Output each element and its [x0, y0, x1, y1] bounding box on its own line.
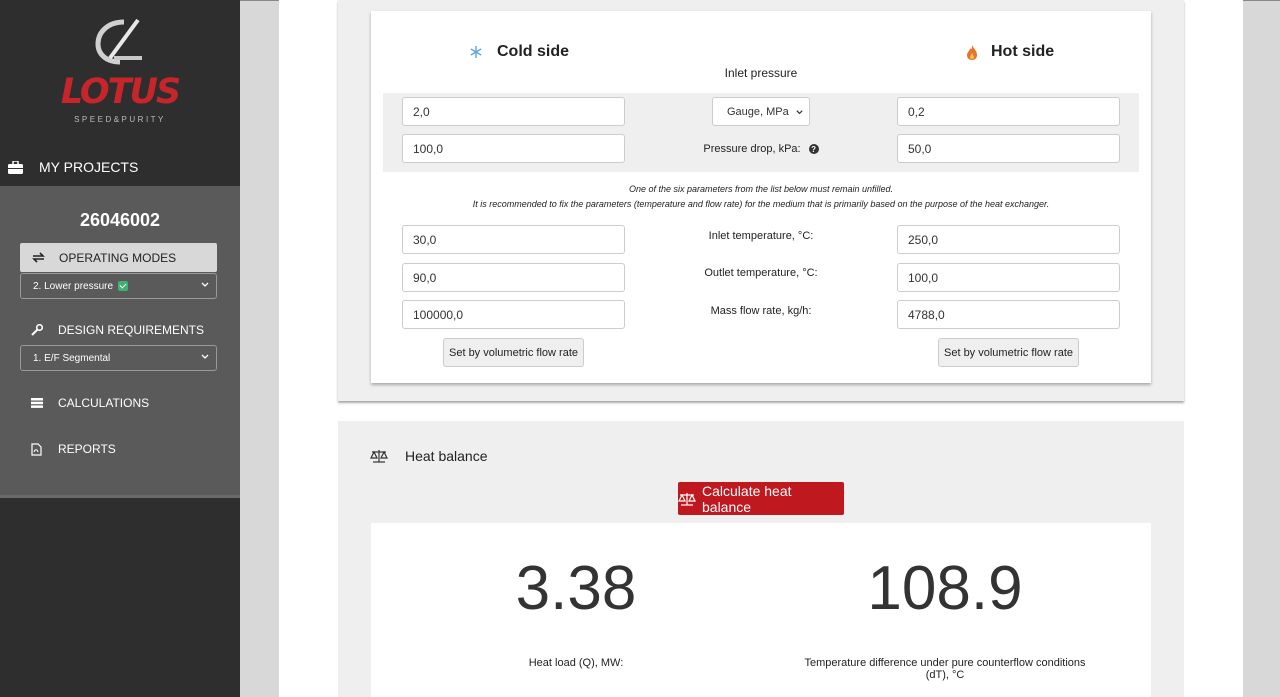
- exchange-icon: [32, 252, 45, 263]
- operating-mode-value: 2. Lower pressure: [33, 280, 114, 292]
- calculate-heat-balance-label: Calculate heat balance: [702, 482, 792, 515]
- fire-icon: [967, 44, 977, 60]
- chevron-down-icon: [796, 110, 803, 115]
- calculator-list-icon: [31, 398, 43, 408]
- lotus-tagline: SPEED&PURITY: [74, 115, 166, 124]
- cold-volumetric-flow-button[interactable]: Set by volumetric flow rate: [443, 338, 584, 367]
- hot-volumetric-flow-button[interactable]: Set by volumetric flow rate: [938, 338, 1079, 367]
- heat-balance-results-card: 3.38 Heat load (Q), MW: 108.9 Temperatur…: [371, 523, 1151, 697]
- design-requirements-link[interactable]: DESIGN REQUIREMENTS: [0, 318, 240, 342]
- calculate-heat-balance-button[interactable]: Calculate heat balance: [678, 482, 844, 515]
- help-icon[interactable]: ?: [808, 144, 819, 155]
- balance-scale-icon: [678, 492, 696, 506]
- check-icon: [118, 281, 129, 291]
- design-requirement-value: 1. E/F Segmental: [33, 352, 111, 364]
- cold-side-title: Cold side: [469, 43, 569, 61]
- pdf-file-icon: [31, 442, 43, 456]
- lotus-logo[interactable]: LOTUS SPEED&PURITY: [0, 0, 240, 140]
- cold-side-label: Cold side: [497, 43, 570, 60]
- pressure-drop-row-label: Pressure drop, kPa:?: [611, 143, 911, 155]
- mass-flow-label: Mass flow rate, kg/h:: [710, 305, 812, 317]
- parameters-card: Cold side Hot side Inlet pressure 2,0 Ga…: [371, 11, 1151, 383]
- hot-pressure-drop-input[interactable]: 50,0: [897, 134, 1120, 163]
- cold-mass-flow-input[interactable]: 100000,0: [402, 300, 625, 329]
- lotus-emblem-icon: [95, 18, 142, 65]
- pressure-unit-select[interactable]: Gauge, MPa: [712, 97, 810, 126]
- pressure-unit-value: Gauge, MPa: [727, 105, 789, 118]
- temperature-difference-value: 108.9: [867, 554, 1023, 623]
- project-code: 26046002: [79, 210, 161, 230]
- outlet-temperature-label: Outlet temperature, °C:: [704, 267, 818, 279]
- hot-side-title: Hot side: [967, 43, 1054, 61]
- hot-inlet-temperature-input[interactable]: 250,0: [897, 225, 1120, 254]
- cold-inlet-temperature-input[interactable]: 30,0: [402, 225, 625, 254]
- reports-link[interactable]: REPORTS: [0, 437, 240, 461]
- hot-outlet-temperature-input[interactable]: 100,0: [897, 263, 1120, 292]
- hot-mass-flow-input[interactable]: 4788,0: [897, 300, 1120, 329]
- cold-outlet-temperature-input[interactable]: 90,0: [402, 263, 625, 292]
- design-requirement-select[interactable]: 1. E/F Segmental: [20, 345, 217, 371]
- chevron-down-icon: [201, 354, 209, 359]
- note-line-1: One of the six parameters from the list …: [628, 184, 894, 194]
- temperature-difference-label: Temperature difference under pure counte…: [804, 657, 1086, 681]
- wrench-icon: [31, 324, 43, 336]
- design-requirements-label: DESIGN REQUIREMENTS: [58, 323, 205, 337]
- project-panel: 26046002 OPERATING MODES 2. Lower pressu…: [0, 186, 240, 498]
- sidebar: LOTUS SPEED&PURITY MY PROJECTS 26046002 …: [0, 0, 240, 697]
- my-projects-label: MY PROJECTS: [39, 159, 139, 175]
- heat-balance-heading: Heat balance: [370, 448, 488, 464]
- my-projects-link[interactable]: MY PROJECTS: [0, 148, 240, 186]
- heat-load-label: Heat load (Q), MW:: [528, 657, 624, 669]
- heat-balance-title: Heat balance: [405, 448, 488, 464]
- cold-inlet-pressure-input[interactable]: 2,0: [402, 97, 625, 126]
- hot-side-label: Hot side: [991, 43, 1055, 60]
- inlet-temperature-label: Inlet temperature, °C:: [708, 230, 814, 242]
- inlet-pressure-label: Inlet pressure: [724, 66, 798, 80]
- balance-scale-icon: [370, 449, 388, 463]
- lotus-wordmark: LOTUS: [60, 72, 181, 112]
- briefcase-icon: [8, 160, 24, 174]
- operating-modes-label: OPERATING MODES: [59, 250, 177, 265]
- operating-modes-button[interactable]: OPERATING MODES: [20, 243, 217, 272]
- reports-label: REPORTS: [58, 442, 116, 456]
- heat-load-value: 3.38: [515, 554, 637, 623]
- heat-balance-section: Heat balance Calculate heat balance 3.38…: [338, 421, 1184, 697]
- snowflake-icon: [469, 45, 483, 59]
- chevron-down-icon: [201, 282, 209, 287]
- cold-pressure-drop-input[interactable]: 100,0: [402, 134, 625, 163]
- note-line-2: It is recommended to fix the parameters …: [472, 199, 1050, 209]
- calculations-link[interactable]: CALCULATIONS: [0, 391, 240, 415]
- calculations-label: CALCULATIONS: [58, 396, 150, 410]
- hot-inlet-pressure-input[interactable]: 0,2: [897, 97, 1120, 126]
- operating-mode-select[interactable]: 2. Lower pressure: [20, 273, 217, 299]
- pressure-drop-label: Pressure drop, kPa:: [703, 143, 801, 155]
